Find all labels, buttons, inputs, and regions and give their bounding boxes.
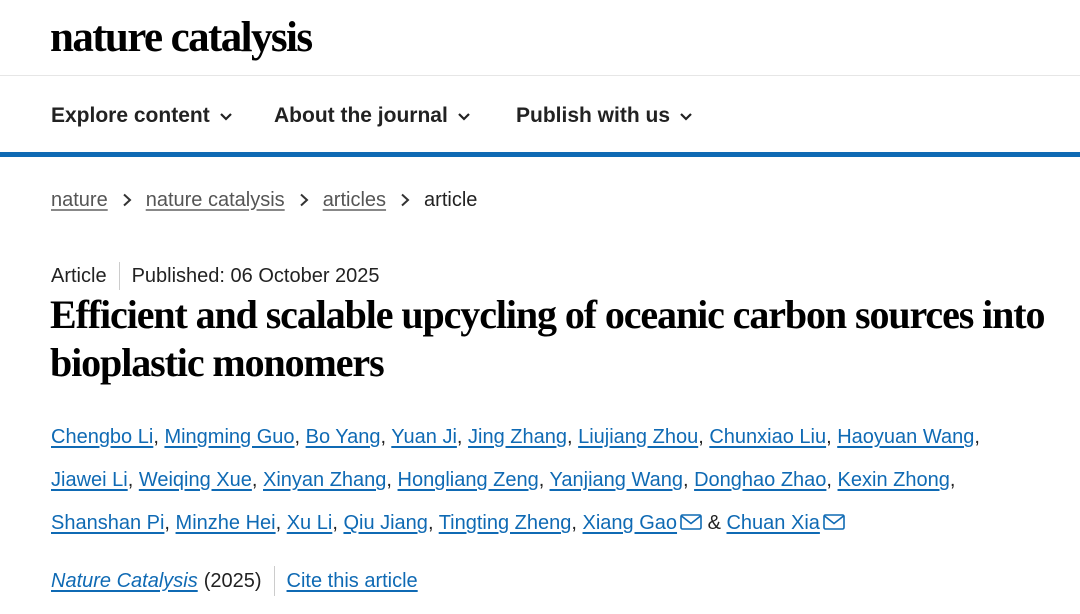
breadcrumb-current: article — [424, 188, 478, 211]
chevron-down-icon — [219, 113, 232, 121]
author-link[interactable]: Xinyan Zhang — [263, 469, 386, 491]
author-link[interactable]: Mingming Guo — [164, 426, 294, 448]
citation-year: (2025) — [203, 569, 262, 592]
nav-publish-with-us[interactable]: Publish with us — [516, 101, 693, 131]
author-list: Chengbo Li, Mingming Guo, Bo Yang, Yuan … — [51, 426, 980, 534]
breadcrumb-nature-catalysis[interactable]: nature catalysis — [146, 189, 285, 212]
author-link[interactable]: Qiu Jiang — [343, 512, 428, 534]
author-link[interactable]: Xu Li — [287, 512, 333, 534]
envelope-icon[interactable] — [680, 503, 702, 530]
nav-explore-label: Explore content — [51, 104, 210, 127]
chevron-down-icon — [458, 113, 470, 121]
author-link[interactable]: Hongliang Zeng — [398, 469, 539, 491]
author-link[interactable]: Tingting Zheng — [439, 512, 572, 534]
article-type: Article — [51, 264, 107, 287]
nav-about-label: About the journal — [274, 104, 448, 127]
author-link[interactable]: Bo Yang — [306, 426, 381, 448]
main-nav: Explore content About the journal Publis… — [0, 77, 1080, 152]
chevron-right-icon — [123, 193, 132, 207]
author-link[interactable]: Donghao Zhao — [694, 469, 826, 491]
author-link[interactable]: Chunxiao Liu — [709, 426, 826, 448]
author-link[interactable]: Minzhe Hei — [176, 512, 276, 534]
published-date: Published: 06 October 2025 — [131, 264, 380, 287]
citation-line: Nature Catalysis (2025) Cite this articl… — [51, 565, 418, 597]
chevron-down-icon — [680, 113, 692, 121]
author-link[interactable]: Shanshan Pi — [51, 512, 164, 534]
chevron-right-icon — [401, 193, 410, 207]
citation-divider — [273, 566, 275, 596]
journal-logo[interactable]: nature catalysis — [50, 12, 313, 64]
nav-publish-label: Publish with us — [516, 104, 671, 127]
meta-divider — [118, 262, 120, 290]
author-link[interactable]: Kexin Zhong — [838, 469, 950, 491]
envelope-icon[interactable] — [823, 503, 845, 530]
author-link[interactable]: Haoyuan Wang — [837, 426, 974, 448]
author-link[interactable]: Chengbo Li — [51, 426, 153, 448]
journal-name-link[interactable]: Nature Catalysis — [51, 570, 198, 593]
author-link[interactable]: Xiang Gao — [583, 512, 678, 534]
breadcrumb-articles[interactable]: articles — [323, 189, 386, 212]
author-link[interactable]: Chuan Xia — [726, 512, 819, 534]
author-link[interactable]: Weiqing Xue — [139, 469, 252, 491]
article-meta: Article Published: 06 October 2025 — [51, 262, 380, 290]
author-link[interactable]: Jiawei Li — [51, 469, 128, 491]
nav-about-journal[interactable]: About the journal — [274, 101, 471, 131]
chevron-right-icon — [300, 193, 309, 207]
article-title: Efficient and scalable upcycling of ocea… — [50, 292, 1045, 385]
site-header: nature catalysis — [0, 0, 1080, 76]
nav-explore-content[interactable]: Explore content — [51, 101, 233, 131]
author-link[interactable]: Liujiang Zhou — [578, 426, 698, 448]
breadcrumb-nature[interactable]: nature — [51, 189, 108, 212]
nav-divider — [0, 152, 1080, 157]
author-link[interactable]: Yuan Ji — [391, 426, 457, 448]
author-link[interactable]: Jing Zhang — [468, 426, 567, 448]
cite-article-link[interactable]: Cite this article — [287, 570, 418, 593]
author-link[interactable]: Yanjiang Wang — [550, 469, 683, 491]
breadcrumb: nature nature catalysis articles article — [51, 186, 477, 214]
